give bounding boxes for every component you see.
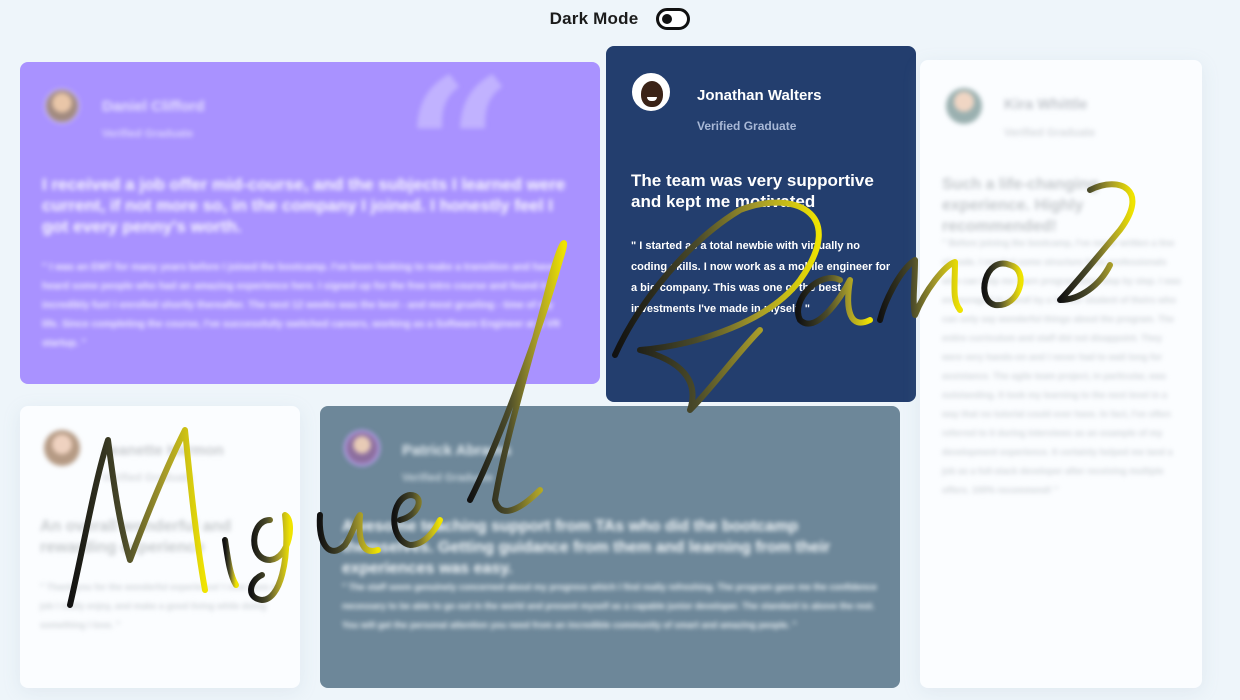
author-name: Jonathan Walters xyxy=(697,87,822,104)
testimonial-card-jonathan: Jonathan Walters Verified Graduate The t… xyxy=(606,46,916,402)
testimonial-headline: Such a life-changing experience. Highly … xyxy=(942,176,1099,235)
avatar xyxy=(946,88,982,124)
avatar xyxy=(632,73,670,111)
testimonial-card-kira: Kira Whittle Verified Graduate Such a li… xyxy=(920,60,1202,688)
testimonial-card-patrick: Patrick Abrams Verified Graduate Awesome… xyxy=(320,406,900,688)
author-role: Verified Graduate xyxy=(697,119,797,133)
testimonial-headline: Awesome teaching support from TAs who di… xyxy=(342,518,831,577)
avatar xyxy=(44,88,80,124)
dark-mode-toggle[interactable] xyxy=(656,8,691,30)
toggle-knob xyxy=(662,14,673,24)
testimonial-headline: I received a job offer mid-course, and t… xyxy=(42,175,566,236)
testimonial-body: " I started as a total newbie with virtu… xyxy=(631,240,891,315)
avatar xyxy=(44,430,80,466)
avatar-face xyxy=(641,81,663,107)
testimonial-body: " Thank you for the wonderful experience… xyxy=(40,582,277,630)
author-name: Patrick Abrams xyxy=(402,442,512,459)
testimonial-headline: An overall wonderful and rewarding exper… xyxy=(40,518,232,556)
dark-mode-label: Dark Mode xyxy=(549,9,639,28)
avatar xyxy=(344,430,380,466)
testimonial-card-jeanette: Jeanette Harmon Verified Graduate An ove… xyxy=(20,406,300,688)
testimonial-body: " I was an EMT for many years before I j… xyxy=(42,262,561,349)
top-bar: Dark Mode xyxy=(0,0,1240,38)
testimonial-body: " Before joining the bootcamp, I've neve… xyxy=(942,238,1182,495)
author-name: Kira Whittle xyxy=(1004,96,1088,113)
author-role: Verified Graduate xyxy=(402,472,494,484)
testimonial-headline: The team was very supportive and kept me… xyxy=(631,171,874,211)
testimonial-body: " The staff seem genuinely concerned abo… xyxy=(342,582,877,630)
author-role: Verified Graduate xyxy=(1004,127,1096,139)
author-role: Verified Graduate xyxy=(102,472,194,484)
author-name: Jeanette Harmon xyxy=(102,442,224,459)
author-role: Verified Graduate xyxy=(102,128,194,140)
testimonial-card-daniel: “ Daniel Clifford Verified Graduate I re… xyxy=(20,62,600,384)
author-name: Daniel Clifford xyxy=(102,98,205,115)
